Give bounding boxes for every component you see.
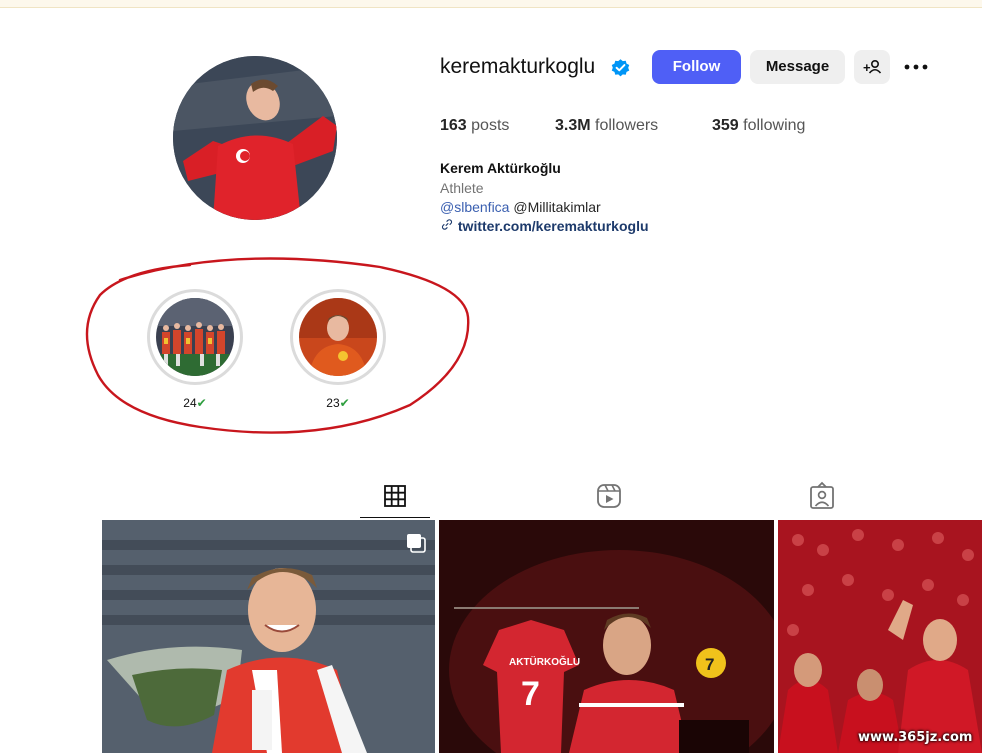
posts-count: 163 bbox=[440, 117, 467, 134]
profile-category: Athlete bbox=[440, 180, 484, 196]
add-user-icon: + bbox=[863, 60, 882, 75]
post-thumbnail-3[interactable] bbox=[778, 520, 982, 753]
verified-badge-icon bbox=[611, 59, 630, 77]
tab-reels[interactable] bbox=[574, 480, 644, 518]
following-label: following bbox=[743, 117, 806, 134]
reels-icon bbox=[597, 484, 621, 508]
bio-link[interactable]: twitter.com/keremakturkoglu bbox=[440, 218, 649, 234]
svg-text:AKTÜRKOĞLU: AKTÜRKOĞLU bbox=[509, 655, 580, 668]
post-thumbnail-1[interactable] bbox=[102, 520, 435, 753]
bio-link-text: twitter.com/keremakturkoglu bbox=[457, 218, 649, 234]
profile-username: keremakturkoglu bbox=[440, 55, 596, 78]
message-button[interactable]: Message bbox=[750, 50, 845, 84]
highlight-1[interactable] bbox=[147, 289, 243, 385]
follow-button[interactable]: Follow bbox=[652, 50, 741, 84]
check-icon: ✔ bbox=[196, 396, 207, 410]
svg-text:7: 7 bbox=[521, 675, 540, 713]
profile-full-name: Kerem Aktürkoğlu bbox=[440, 160, 561, 176]
avatar-photo bbox=[173, 56, 337, 220]
red-annotation-circle bbox=[85, 257, 470, 434]
tagged-icon bbox=[810, 481, 834, 509]
highlight-2-cover bbox=[299, 298, 377, 376]
profile-avatar[interactable] bbox=[173, 56, 337, 220]
highlight-2[interactable] bbox=[290, 289, 386, 385]
highlight-1-label: 24✔ bbox=[183, 396, 207, 410]
watermark: www.365jz.com bbox=[858, 730, 973, 745]
post-3-image bbox=[778, 520, 982, 753]
mention-link-slbenfica[interactable]: @slbenfica bbox=[440, 199, 509, 215]
posts-stat: 163 posts bbox=[440, 117, 509, 135]
tab-posts[interactable] bbox=[360, 480, 430, 518]
followers-label: followers bbox=[595, 117, 659, 134]
grid-icon bbox=[384, 485, 406, 507]
more-horizontal-icon bbox=[904, 64, 928, 70]
post-1-image bbox=[102, 520, 435, 753]
highlight-2-label: 23✔ bbox=[326, 396, 350, 410]
top-strip bbox=[0, 0, 982, 8]
following-count: 359 bbox=[712, 117, 739, 134]
highlight-1-cover bbox=[156, 298, 234, 376]
posts-label: posts bbox=[471, 117, 510, 134]
post-thumbnail-2[interactable]: AKTÜRKOĞLU 7 7 bbox=[439, 520, 774, 753]
post-2-image: AKTÜRKOĞLU 7 7 bbox=[439, 520, 774, 753]
svg-text:7: 7 bbox=[705, 655, 714, 674]
link-icon bbox=[441, 219, 453, 230]
add-user-button[interactable]: + bbox=[854, 50, 890, 84]
more-options-button[interactable] bbox=[900, 50, 932, 84]
following-stat[interactable]: 359 following bbox=[712, 117, 805, 135]
tab-tagged[interactable] bbox=[787, 480, 857, 518]
mention-millitakimlar[interactable]: @Millitakimlar bbox=[513, 199, 600, 215]
check-icon: ✔ bbox=[339, 396, 350, 410]
followers-stat[interactable]: 3.3M followers bbox=[555, 117, 658, 135]
active-tab-indicator bbox=[360, 517, 430, 518]
bio-mentions: @slbenfica @Millitakimlar bbox=[440, 199, 601, 215]
followers-count: 3.3M bbox=[555, 117, 591, 134]
